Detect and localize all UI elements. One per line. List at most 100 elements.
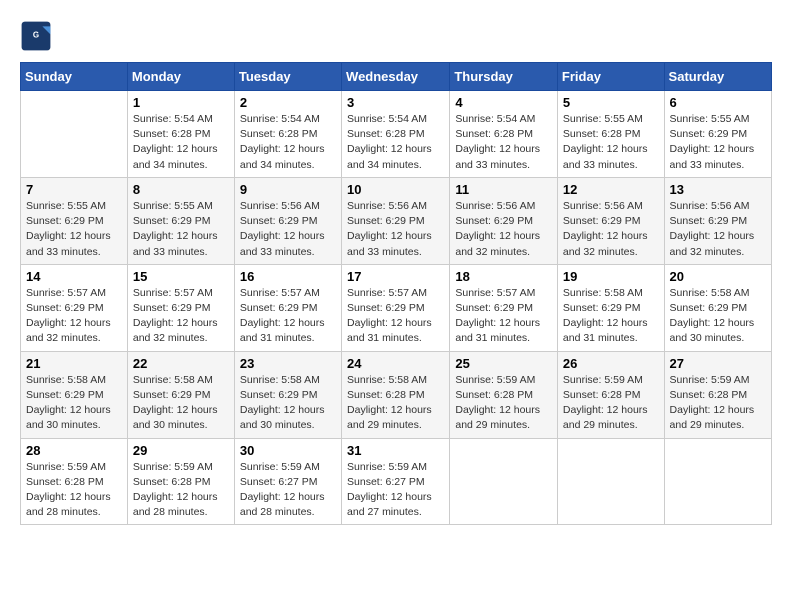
day-number: 23 [240,356,336,371]
day-number: 2 [240,95,336,110]
day-header-saturday: Saturday [664,63,771,91]
day-number: 22 [133,356,229,371]
calendar-cell: 17Sunrise: 5:57 AM Sunset: 6:29 PM Dayli… [342,264,450,351]
day-info: Sunrise: 5:56 AM Sunset: 6:29 PM Dayligh… [240,199,336,260]
day-info: Sunrise: 5:58 AM Sunset: 6:29 PM Dayligh… [563,286,659,347]
calendar-cell: 26 Sunrise: 5:59 AM Sunset: 6:28 PM Dayli… [557,351,664,438]
calendar-table: SundayMondayTuesdayWednesdayThursdayFrid… [20,62,772,525]
day-number: 8 [133,182,229,197]
day-info: Sunrise: 5:57 AM Sunset: 6:29 PM Dayligh… [455,286,552,347]
calendar-cell [557,438,664,525]
day-number: 6 [670,95,766,110]
day-info: Sunrise: 5:59 AM Sunset: 6:28 PM Dayligh… [455,373,552,434]
day-number: 1 [133,95,229,110]
calendar-header-row: SundayMondayTuesdayWednesdayThursdayFrid… [21,63,772,91]
day-header-tuesday: Tuesday [234,63,341,91]
day-info: Sunrise: 5:55 AM Sunset: 6:29 PM Dayligh… [670,112,766,173]
day-number: 30 [240,443,336,458]
calendar-week-4: 21 Sunrise: 5:58 AM Sunset: 6:29 PM Dayli… [21,351,772,438]
day-info: Sunrise: 5:55 AM Sunset: 6:29 PM Dayligh… [133,199,229,260]
calendar-cell: 24 Sunrise: 5:58 AM Sunset: 6:28 PM Dayli… [342,351,450,438]
calendar-cell: 3 Sunrise: 5:54 AM Sunset: 6:28 PM Daylig… [342,91,450,178]
day-info: Sunrise: 5:55 AM Sunset: 6:28 PM Dayligh… [563,112,659,173]
day-info: Sunrise: 5:57 AM Sunset: 6:29 PM Dayligh… [240,286,336,347]
day-header-friday: Friday [557,63,664,91]
calendar-week-3: 14 Sunrise: 5:57 AM Sunset: 6:29 PM Dayli… [21,264,772,351]
calendar-cell [664,438,771,525]
logo: G [20,20,56,52]
day-number: 29 [133,443,229,458]
calendar-cell: 2 Sunrise: 5:54 AM Sunset: 6:28 PM Daylig… [234,91,341,178]
day-info: Sunrise: 5:57 AM Sunset: 6:29 PM Dayligh… [26,286,122,347]
day-number: 21 [26,356,122,371]
day-info: Sunrise: 5:58 AM Sunset: 6:29 PM Dayligh… [670,286,766,347]
day-info: Sunrise: 5:58 AM Sunset: 6:29 PM Dayligh… [26,373,122,434]
day-number: 10 [347,182,444,197]
day-number: 15 [133,269,229,284]
calendar-cell: 13Sunrise: 5:56 AM Sunset: 6:29 PM Dayli… [664,177,771,264]
day-number: 31 [347,443,444,458]
day-number: 27 [670,356,766,371]
calendar-week-5: 28 Sunrise: 5:59 AM Sunset: 6:28 PM Dayli… [21,438,772,525]
day-number: 24 [347,356,444,371]
day-header-wednesday: Wednesday [342,63,450,91]
day-info: Sunrise: 5:54 AM Sunset: 6:28 PM Dayligh… [133,112,229,173]
day-number: 20 [670,269,766,284]
day-info: Sunrise: 5:59 AM Sunset: 6:27 PM Dayligh… [240,460,336,521]
day-header-thursday: Thursday [450,63,558,91]
calendar-cell: 18 Sunrise: 5:57 AM Sunset: 6:29 PM Dayli… [450,264,558,351]
day-header-monday: Monday [127,63,234,91]
calendar-cell: 30 Sunrise: 5:59 AM Sunset: 6:27 PM Dayli… [234,438,341,525]
calendar-cell: 8 Sunrise: 5:55 AM Sunset: 6:29 PM Daylig… [127,177,234,264]
day-info: Sunrise: 5:54 AM Sunset: 6:28 PM Dayligh… [455,112,552,173]
day-number: 28 [26,443,122,458]
day-info: Sunrise: 5:59 AM Sunset: 6:28 PM Dayligh… [670,373,766,434]
day-info: Sunrise: 5:57 AM Sunset: 6:29 PM Dayligh… [133,286,229,347]
day-info: Sunrise: 5:58 AM Sunset: 6:28 PM Dayligh… [347,373,444,434]
calendar-cell: 5 Sunrise: 5:55 AM Sunset: 6:28 PM Daylig… [557,91,664,178]
svg-text:G: G [33,31,39,40]
calendar-cell: 7 Sunrise: 5:55 AM Sunset: 6:29 PM Daylig… [21,177,128,264]
calendar-week-2: 7 Sunrise: 5:55 AM Sunset: 6:29 PM Daylig… [21,177,772,264]
day-number: 11 [455,182,552,197]
day-info: Sunrise: 5:55 AM Sunset: 6:29 PM Dayligh… [26,199,122,260]
calendar-cell: 28 Sunrise: 5:59 AM Sunset: 6:28 PM Dayli… [21,438,128,525]
calendar-cell: 12Sunrise: 5:56 AM Sunset: 6:29 PM Dayli… [557,177,664,264]
day-info: Sunrise: 5:59 AM Sunset: 6:28 PM Dayligh… [26,460,122,521]
calendar-cell: 10Sunrise: 5:56 AM Sunset: 6:29 PM Dayli… [342,177,450,264]
logo-icon: G [20,20,52,52]
day-number: 16 [240,269,336,284]
calendar-cell: 4 Sunrise: 5:54 AM Sunset: 6:28 PM Daylig… [450,91,558,178]
day-info: Sunrise: 5:59 AM Sunset: 6:27 PM Dayligh… [347,460,444,521]
day-info: Sunrise: 5:54 AM Sunset: 6:28 PM Dayligh… [240,112,336,173]
calendar-cell: 23 Sunrise: 5:58 AM Sunset: 6:29 PM Dayli… [234,351,341,438]
day-number: 26 [563,356,659,371]
calendar-cell: 9 Sunrise: 5:56 AM Sunset: 6:29 PM Daylig… [234,177,341,264]
page-header: G [20,20,772,52]
day-number: 4 [455,95,552,110]
calendar-cell: 20 Sunrise: 5:58 AM Sunset: 6:29 PM Dayli… [664,264,771,351]
day-info: Sunrise: 5:59 AM Sunset: 6:28 PM Dayligh… [563,373,659,434]
day-number: 7 [26,182,122,197]
day-number: 9 [240,182,336,197]
day-info: Sunrise: 5:59 AM Sunset: 6:28 PM Dayligh… [133,460,229,521]
calendar-cell [21,91,128,178]
day-number: 5 [563,95,659,110]
calendar-cell: 1 Sunrise: 5:54 AM Sunset: 6:28 PM Daylig… [127,91,234,178]
day-info: Sunrise: 5:54 AM Sunset: 6:28 PM Dayligh… [347,112,444,173]
calendar-cell: 15 Sunrise: 5:57 AM Sunset: 6:29 PM Dayli… [127,264,234,351]
day-number: 18 [455,269,552,284]
calendar-cell: 29 Sunrise: 5:59 AM Sunset: 6:28 PM Dayli… [127,438,234,525]
calendar-cell: 21 Sunrise: 5:58 AM Sunset: 6:29 PM Dayli… [21,351,128,438]
day-info: Sunrise: 5:58 AM Sunset: 6:29 PM Dayligh… [240,373,336,434]
calendar-cell [450,438,558,525]
calendar-cell: 16 Sunrise: 5:57 AM Sunset: 6:29 PM Dayli… [234,264,341,351]
day-number: 3 [347,95,444,110]
calendar-cell: 6 Sunrise: 5:55 AM Sunset: 6:29 PM Daylig… [664,91,771,178]
day-number: 14 [26,269,122,284]
day-info: Sunrise: 5:57 AM Sunset: 6:29 PM Dayligh… [347,286,444,347]
calendar-cell: 11Sunrise: 5:56 AM Sunset: 6:29 PM Dayli… [450,177,558,264]
day-info: Sunrise: 5:58 AM Sunset: 6:29 PM Dayligh… [133,373,229,434]
day-header-sunday: Sunday [21,63,128,91]
day-number: 19 [563,269,659,284]
